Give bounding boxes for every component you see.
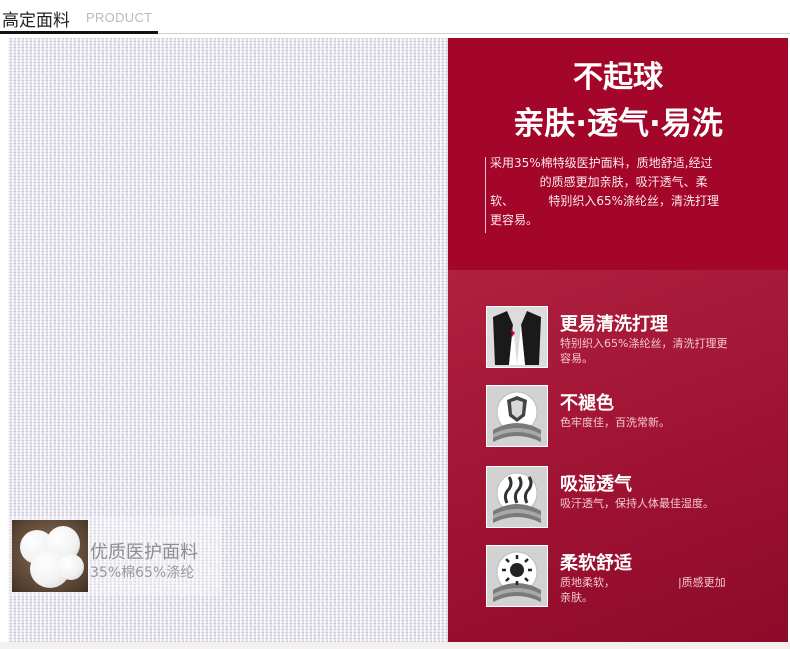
feature-description: 吸汗透气，保持人体最佳湿度。 — [560, 497, 714, 510]
headline-anti-pilling: 不起球 — [573, 60, 663, 95]
description-bar — [485, 157, 486, 233]
cotton-badge-spec: 35%棉65%涤纶 — [90, 565, 195, 581]
feature-description: 质地柔软， |质感更加 亲肤。 — [560, 576, 726, 604]
feature-title: 柔软舒适 — [560, 553, 632, 574]
cotton-badge-title: 优质医护面料 — [90, 542, 198, 563]
intro-description: 采用35%棉特级医护面料，质地舒适,经过 的质感更加亲肤，吸汗透气、柔 软、 特… — [490, 156, 720, 227]
cotton-badge: 优质医护面料 35%棉65%涤纶 — [10, 516, 222, 596]
cotton-photo — [12, 520, 88, 592]
bottom-edge — [0, 642, 790, 649]
feature-soft-comfort: 柔软舒适 质地柔软， |质感更加 亲肤。 — [486, 545, 786, 609]
feature-panel: 不起球 亲肤·透气·易洗 采用35%棉特级医护面料，质地舒适,经过 的质感更加亲… — [448, 38, 788, 642]
headline-benefits: 亲肤·透气·易洗 — [513, 106, 723, 142]
section-title: 高定面料 — [2, 11, 70, 31]
feature-title: 不褪色 — [560, 393, 614, 414]
section-header: 高定面料 PRODUCT — [0, 0, 790, 36]
sun-fabric-icon — [486, 545, 548, 607]
feature-description: 色牢度佳，百洗常新。 — [560, 416, 670, 429]
breathable-fabric-icon — [486, 466, 548, 528]
features-block: 更易清洗打理 特别织入65%涤纶丝，清洗打理更 容易。 不褪色 色牢度佳，百洗常… — [448, 270, 788, 642]
header-accent-bar — [0, 31, 158, 34]
intro-block: 不起球 亲肤·透气·易洗 采用35%棉特级医护面料，质地舒适,经过 的质感更加亲… — [448, 38, 788, 270]
garment-icon — [486, 306, 548, 368]
feature-no-fade: 不褪色 色牢度佳，百洗常新。 — [486, 385, 786, 449]
shield-fabric-icon — [486, 385, 548, 447]
section-subtitle: PRODUCT — [86, 10, 153, 25]
feature-title: 吸湿透气 — [560, 474, 632, 495]
feature-title: 更易清洗打理 — [560, 314, 668, 335]
feature-easy-clean: 更易清洗打理 特别织入65%涤纶丝，清洗打理更 容易。 — [486, 306, 786, 370]
feature-breathable: 吸湿透气 吸汗透气，保持人体最佳湿度。 — [486, 466, 786, 530]
feature-description: 特别织入65%涤纶丝，清洗打理更 容易。 — [560, 337, 728, 365]
